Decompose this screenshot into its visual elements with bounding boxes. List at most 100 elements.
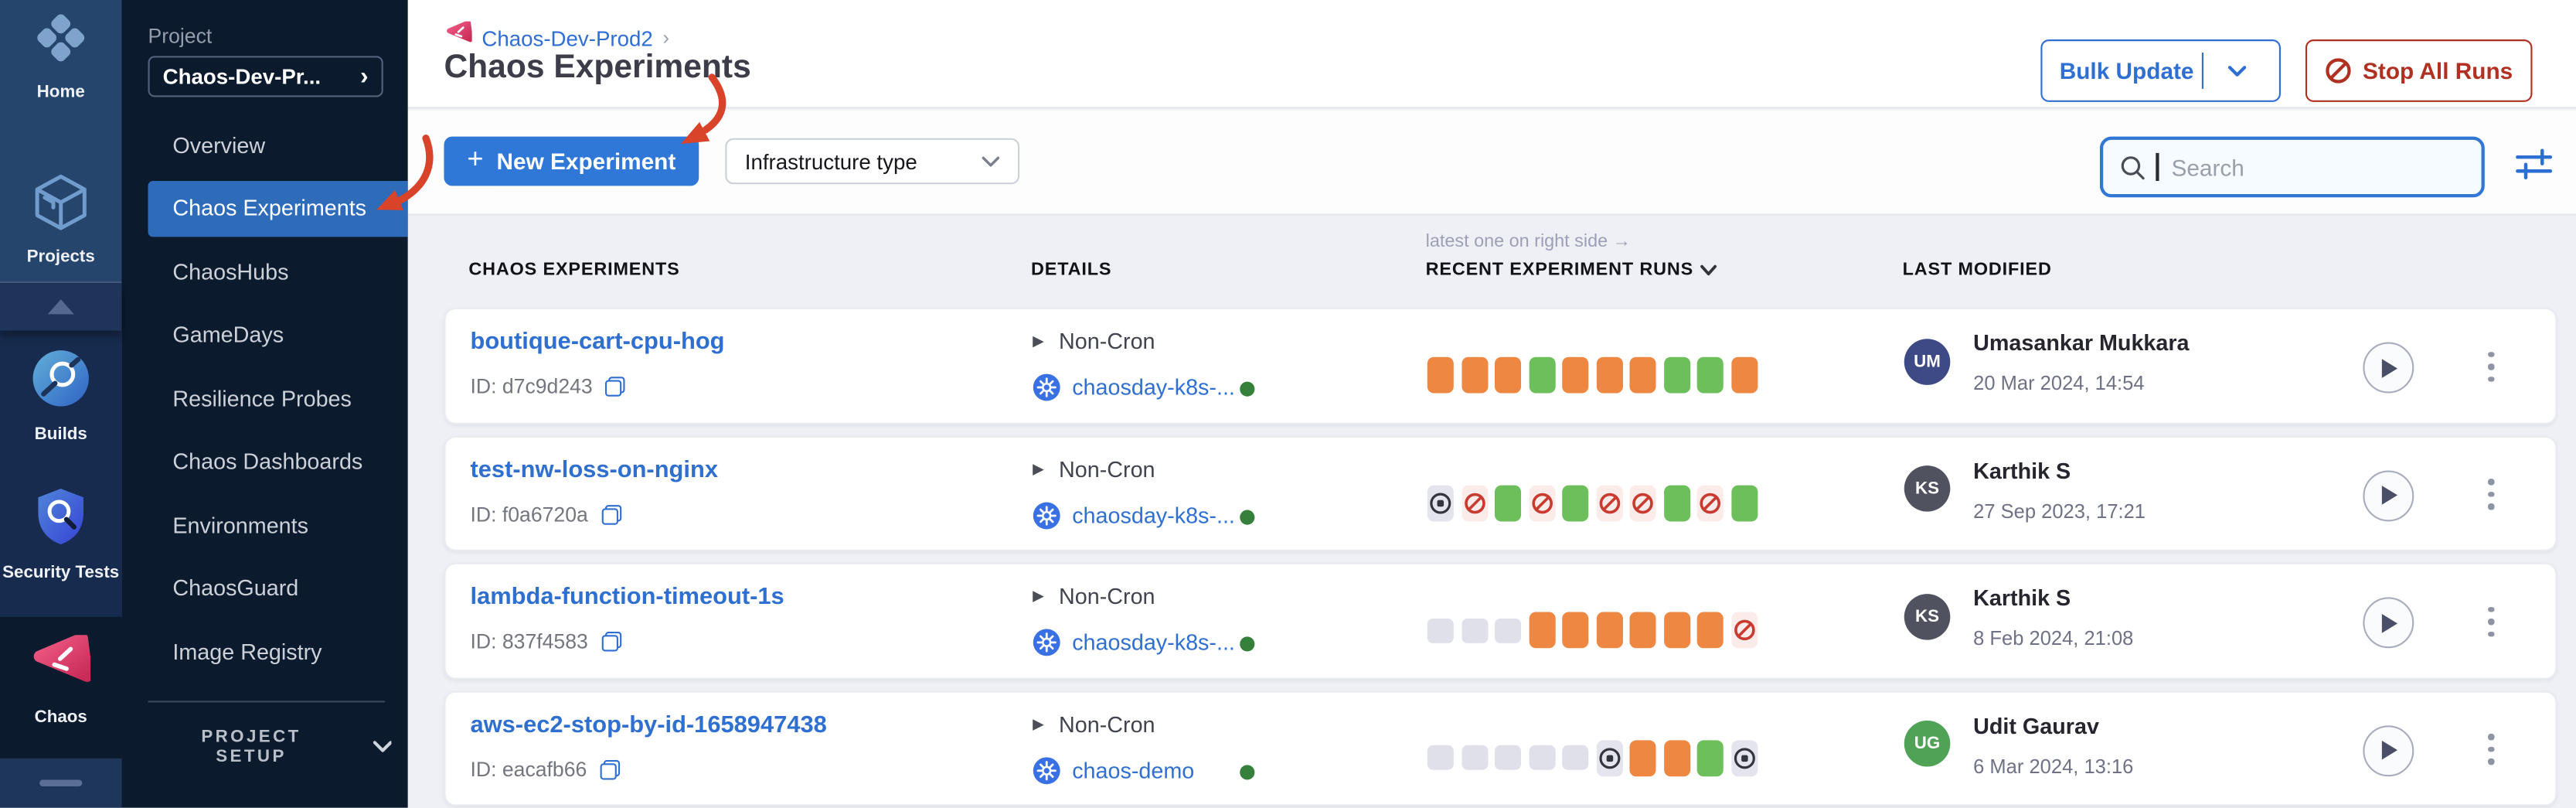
run-experiment-button[interactable] [2363, 597, 2414, 648]
project-setup-toggle[interactable]: PROJECT SETUP [172, 731, 391, 764]
schedule-label: Non-Cron [1059, 584, 1155, 609]
stop-all-runs-label: Stop All Runs [2363, 57, 2513, 84]
run-orange-bar[interactable] [1730, 357, 1757, 394]
run-green-bar[interactable] [1663, 357, 1690, 394]
run-orange-bar[interactable] [1529, 612, 1555, 648]
run-experiment-button[interactable] [2363, 469, 2414, 520]
play-marker-icon: ▶ [1033, 332, 1044, 350]
run-orange-bar[interactable] [1663, 739, 1690, 776]
infrastructure-type-select[interactable]: Infrastructure type [725, 138, 1019, 185]
schedule-type: ▶Non-Cron [1033, 456, 1155, 481]
row-menu-button[interactable] [2478, 726, 2504, 772]
chevron-down-icon [373, 740, 391, 753]
infrastructure-link[interactable]: chaos-demo [1072, 758, 1194, 782]
run-stopped[interactable] [1730, 739, 1757, 776]
run-orange-bar[interactable] [1428, 357, 1454, 394]
project-selector[interactable]: Chaos-Dev-Pr... › [148, 56, 383, 97]
stop-all-runs-button[interactable]: Stop All Runs [2305, 39, 2533, 102]
status-dot [1240, 636, 1254, 651]
rail-item-builds[interactable]: Builds [0, 349, 121, 444]
copy-icon[interactable] [601, 632, 621, 652]
run-empty-slot [1495, 745, 1521, 770]
new-experiment-button[interactable]: + New Experiment [444, 137, 699, 186]
run-green-bar[interactable] [1663, 485, 1690, 521]
run-cancelled[interactable] [1529, 485, 1555, 521]
run-orange-bar[interactable] [1596, 612, 1622, 648]
copy-icon[interactable] [606, 377, 626, 397]
col-header-recent-runs[interactable]: RECENT EXPERIMENT RUNS [1426, 260, 1717, 280]
experiment-name-link[interactable]: lambda-function-timeout-1s [470, 584, 784, 610]
run-cancelled[interactable] [1596, 485, 1622, 521]
run-stopped[interactable] [1596, 739, 1622, 776]
filter-settings-button[interactable] [2513, 146, 2555, 186]
run-green-bar[interactable] [1562, 485, 1588, 521]
rail-item-projects[interactable]: Projects [0, 175, 121, 267]
sidebar-item-chaos-dashboards[interactable]: Chaos Dashboards [148, 434, 407, 489]
run-green-bar[interactable] [1495, 485, 1521, 521]
experiment-name-link[interactable]: test-nw-loss-on-nginx [470, 456, 718, 482]
run-green-bar[interactable] [1697, 739, 1724, 776]
experiment-name-link[interactable]: boutique-cart-cpu-hog [470, 329, 724, 356]
rail-item-home[interactable]: Home [0, 10, 121, 102]
text-caret [2156, 153, 2158, 181]
experiment-name-link[interactable]: aws-ec2-stop-by-id-1658947438 [470, 711, 826, 738]
copy-icon[interactable] [601, 504, 621, 524]
rail-footer-handle[interactable] [0, 759, 121, 808]
run-experiment-button[interactable] [2363, 724, 2414, 776]
sidebar-item-image-registry[interactable]: Image Registry [148, 623, 407, 679]
builds-icon [31, 349, 90, 416]
rail-collapse-button[interactable] [0, 281, 121, 331]
sidebar-item-overview[interactable]: Overview [148, 117, 407, 172]
run-orange-bar[interactable] [1596, 357, 1622, 394]
experiments-list: latest one on right side → CHAOS EXPERIM… [408, 216, 2576, 808]
play-marker-icon: ▶ [1033, 714, 1044, 732]
breadcrumb-project-link[interactable]: Chaos-Dev-Prod2 [482, 26, 652, 50]
infrastructure-link[interactable]: chaosday-k8s-... [1072, 630, 1235, 655]
infrastructure-link[interactable]: chaosday-k8s-... [1072, 375, 1235, 400]
rail-item-chaos[interactable]: Chaos [0, 617, 121, 759]
run-orange-bar[interactable] [1697, 612, 1724, 648]
infrastructure-type-label: Infrastructure type [745, 149, 917, 174]
run-cancelled[interactable] [1730, 612, 1757, 648]
run-orange-bar[interactable] [1663, 612, 1690, 648]
run-cancelled[interactable] [1629, 485, 1656, 521]
run-experiment-button[interactable] [2363, 343, 2414, 394]
run-cancelled[interactable] [1697, 485, 1724, 521]
run-orange-bar[interactable] [1629, 612, 1656, 648]
row-menu-button[interactable] [2478, 598, 2504, 645]
run-orange-bar[interactable] [1562, 612, 1588, 648]
copy-icon[interactable] [600, 759, 620, 779]
run-orange-bar[interactable] [1461, 357, 1487, 394]
row-menu-button[interactable] [2478, 344, 2504, 390]
project-selector-value: Chaos-Dev-Pr... [163, 64, 321, 89]
run-green-bar[interactable] [1730, 485, 1757, 521]
run-cancelled[interactable] [1461, 485, 1487, 521]
infrastructure-link[interactable]: chaosday-k8s-... [1072, 503, 1235, 527]
run-green-bar[interactable] [1529, 357, 1555, 394]
bulk-update-button[interactable]: Bulk Update [2040, 39, 2281, 102]
rail-item-security-tests[interactable]: Security Tests [0, 487, 121, 582]
avatar: UG [1904, 721, 1951, 767]
cancelled-icon [1463, 491, 1486, 514]
sidebar-item-environments[interactable]: Environments [148, 497, 407, 553]
run-orange-bar[interactable] [1629, 357, 1656, 394]
schedule-type: ▶Non-Cron [1033, 584, 1155, 609]
run-stopped[interactable] [1428, 485, 1454, 521]
run-orange-bar[interactable] [1562, 357, 1588, 394]
row-menu-button[interactable] [2478, 472, 2504, 518]
bulk-update-dropdown[interactable] [2203, 65, 2269, 77]
new-experiment-label: New Experiment [497, 148, 676, 174]
run-orange-bar[interactable] [1495, 357, 1521, 394]
run-orange-bar[interactable] [1629, 739, 1656, 776]
sidebar-item-chaoshubs[interactable]: ChaosHubs [148, 244, 407, 299]
sidebar-item-chaos-experiments[interactable]: Chaos Experiments [148, 180, 407, 236]
sidebar-item-chaosguard[interactable]: ChaosGuard [148, 560, 407, 615]
search-input[interactable] [2168, 152, 2431, 182]
drag-handle-icon [39, 780, 82, 787]
sidebar-item-resilience-probes[interactable]: Resilience Probes [148, 370, 407, 426]
stopped-icon [1429, 491, 1452, 514]
modified-by-name: Karthik S [1973, 585, 2071, 610]
run-green-bar[interactable] [1697, 357, 1724, 394]
cancelled-icon [1632, 491, 1655, 514]
sidebar-item-gamedays[interactable]: GameDays [148, 307, 407, 363]
